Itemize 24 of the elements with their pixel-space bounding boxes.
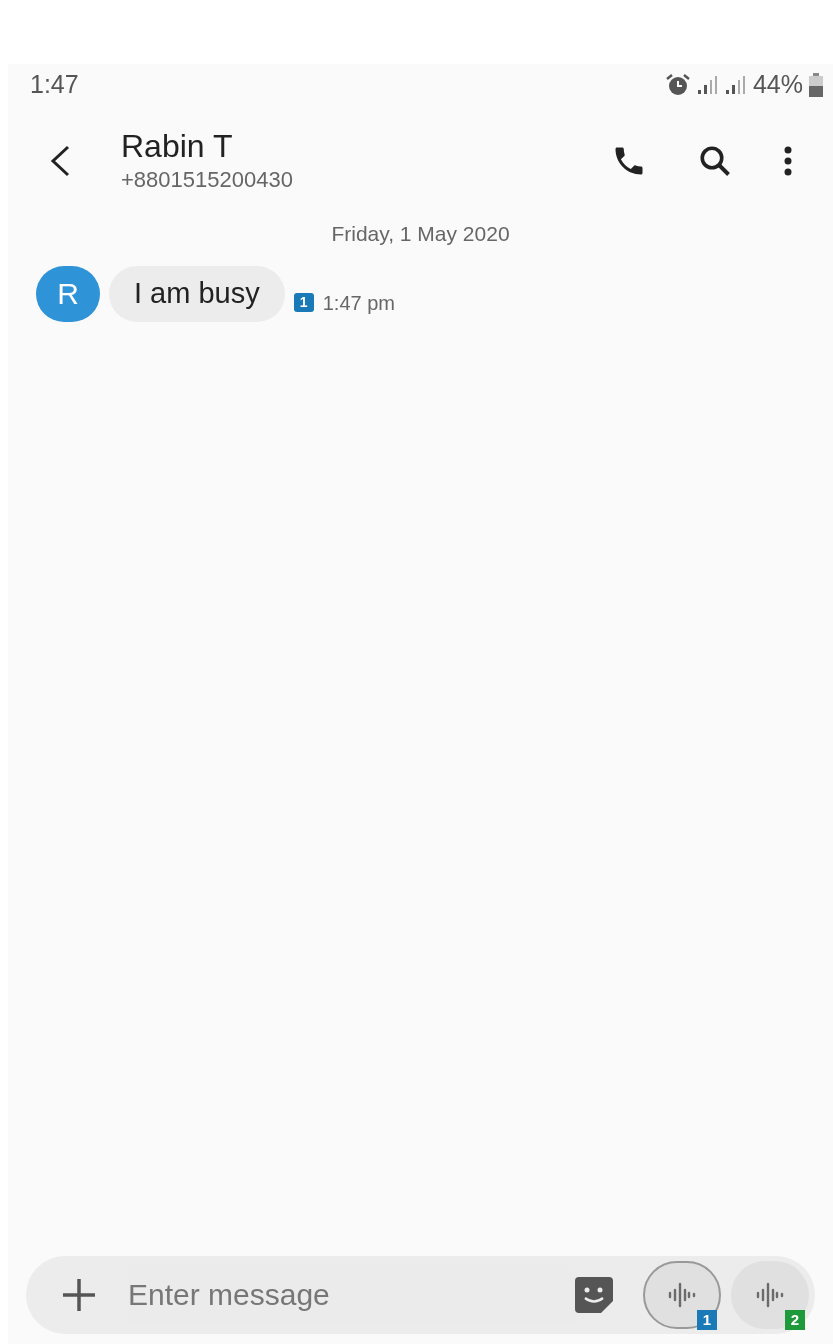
- contact-number: +8801515200430: [121, 166, 294, 194]
- alarm-icon: [664, 73, 691, 97]
- message-composer[interactable]: Enter message 1 2: [26, 1256, 815, 1334]
- more-icon[interactable]: [783, 145, 793, 177]
- signal-icon: [724, 75, 747, 95]
- contact-name: Rabin T: [121, 127, 234, 165]
- sim-badge: 1: [697, 1310, 717, 1330]
- battery-percent: 44%: [752, 69, 803, 101]
- sim-badge: 2: [785, 1310, 805, 1330]
- avatar[interactable]: R: [36, 265, 100, 322]
- voice-wave-icon: [755, 1282, 785, 1308]
- voice-send-button[interactable]: 1: [643, 1261, 721, 1329]
- add-icon[interactable]: [60, 1276, 98, 1314]
- signal-icon: [696, 75, 719, 95]
- sim-badge: 1: [293, 293, 314, 312]
- voice-send-button[interactable]: 2: [731, 1261, 809, 1329]
- sticker-icon[interactable]: [575, 1277, 613, 1313]
- battery-icon: [809, 73, 823, 97]
- date-divider: Friday, 1 May 2020: [331, 221, 510, 247]
- back-icon: [48, 144, 72, 178]
- message-time: 1:47 pm: [322, 290, 395, 316]
- message-bubble: I am busy: [109, 265, 285, 322]
- voice-wave-icon: [667, 1282, 697, 1308]
- status-time: 1:47: [30, 69, 79, 101]
